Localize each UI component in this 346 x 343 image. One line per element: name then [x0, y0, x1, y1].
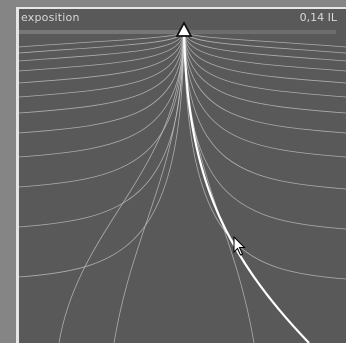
exposure-curve [19, 30, 185, 114]
exposure-curve [19, 30, 185, 134]
exposure-curve [19, 30, 185, 84]
exposure-curve [19, 30, 185, 62]
exposure-curve [19, 30, 185, 278]
exposure-curves-graph[interactable] [19, 9, 346, 343]
exposure-curve [19, 30, 185, 48]
exposure-curve [19, 30, 185, 54]
exposure-curve [183, 30, 346, 54]
exposure-curve [183, 30, 346, 48]
triangle-marker-icon[interactable] [175, 21, 193, 37]
mouse-cursor-icon [233, 236, 246, 256]
exposure-curve [183, 30, 346, 114]
exposure-curve [183, 30, 346, 134]
exposure-curve [58, 30, 185, 343]
exposure-curve [19, 30, 185, 228]
exposure-curve [183, 30, 346, 230]
background-curves [19, 30, 346, 343]
exposure-curve [183, 30, 346, 84]
exposure-graph-panel[interactable]: exposition 0,14 IL [19, 9, 346, 343]
exposure-curve [183, 30, 346, 62]
